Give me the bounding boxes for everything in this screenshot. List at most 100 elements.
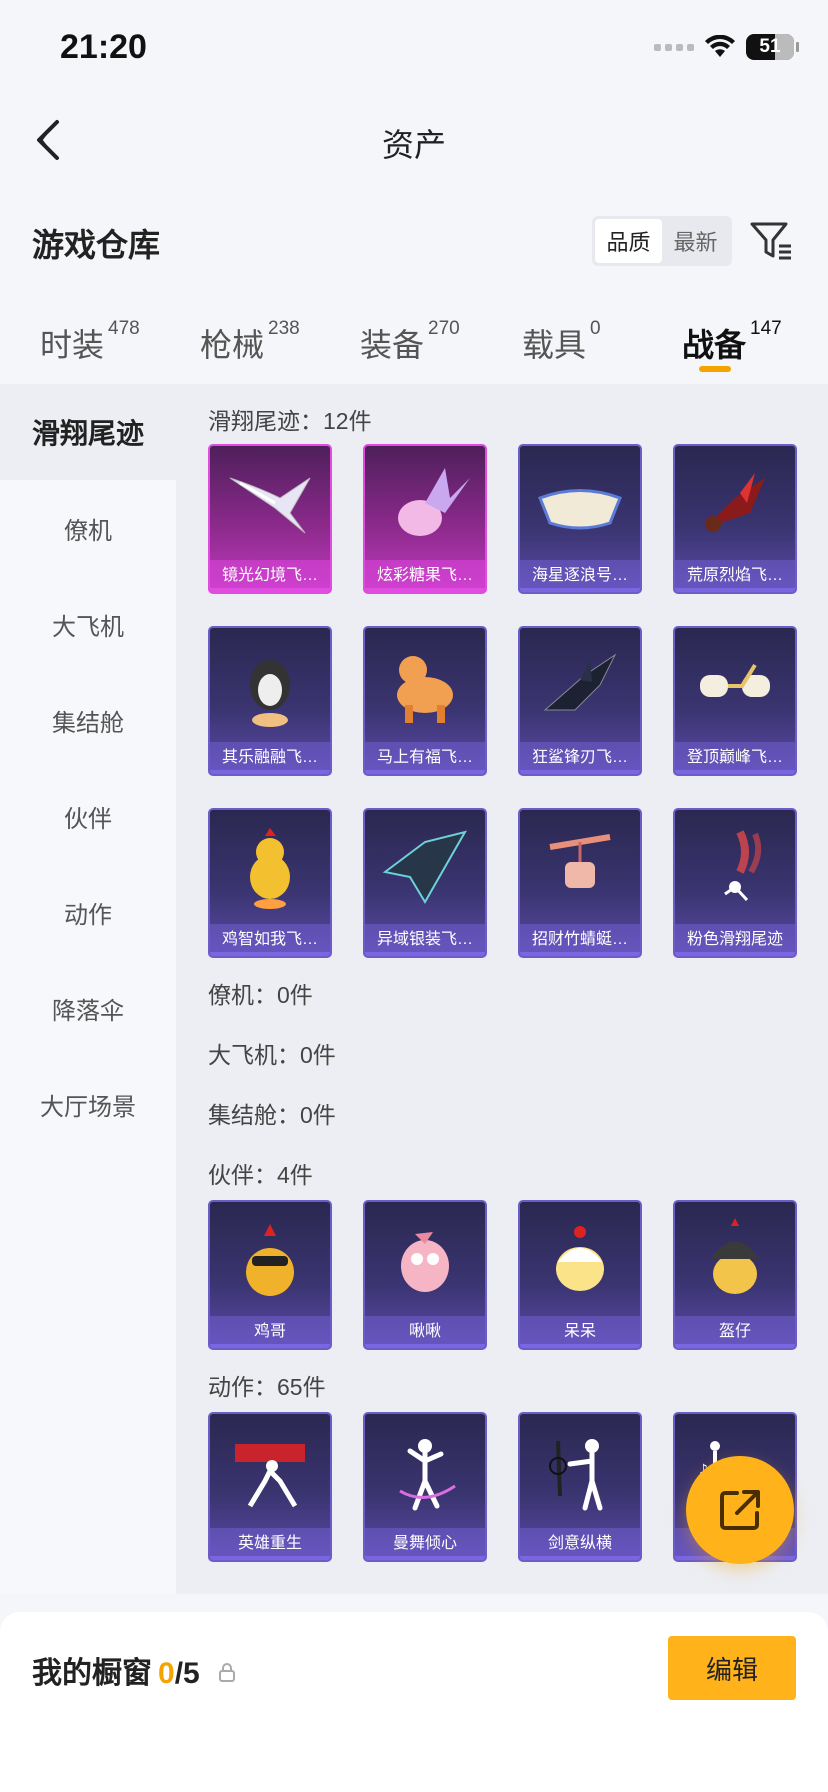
sidebar-item-big-plane[interactable]: 大飞机 xyxy=(0,576,176,672)
item-name: 异域银装飞… xyxy=(365,924,485,956)
item-card[interactable]: 招财竹蜻蜓… xyxy=(518,808,642,958)
battery-level: 51 xyxy=(759,36,781,57)
tab-guns[interactable]: 枪械 238 xyxy=(200,318,300,366)
item-name: 登顶巅峰飞… xyxy=(675,742,795,774)
hero-emote-art-icon xyxy=(210,1414,330,1528)
penguin-art-icon xyxy=(210,628,330,742)
tab-vehicles[interactable]: 载具 0 xyxy=(522,318,601,366)
section-title-emote: 动作：65件 xyxy=(208,1374,326,1400)
tab-readiness[interactable]: 战备 147 xyxy=(682,318,782,366)
item-name: 剑意纵横 xyxy=(520,1528,640,1560)
tab-label: 战备 xyxy=(682,327,747,363)
item-name: 盔仔 xyxy=(675,1316,795,1348)
tab-label: 枪械 xyxy=(200,327,265,363)
sword-emote-art-icon xyxy=(520,1414,640,1528)
horse-art-icon xyxy=(365,628,485,742)
item-card[interactable]: 鸡智如我飞… xyxy=(208,808,332,958)
boat-art-icon xyxy=(520,446,640,560)
item-name: 呆呆 xyxy=(520,1316,640,1348)
tab-count: 478 xyxy=(108,318,140,339)
showcase-total: /5 xyxy=(174,1657,200,1690)
item-card[interactable]: 荒原烈焰飞… xyxy=(673,444,797,594)
sidebar-item-wingman[interactable]: 僚机 xyxy=(0,480,176,576)
signal-icon xyxy=(654,43,694,51)
section-title-plane: 大飞机：0件 xyxy=(208,1042,336,1068)
item-name: 招财竹蜻蜓… xyxy=(520,924,640,956)
item-card[interactable]: 异域银装飞… xyxy=(363,808,487,958)
silver-glider-art-icon xyxy=(365,810,485,924)
edit-button[interactable]: 编辑 xyxy=(668,1636,796,1700)
chicken-partner-art-icon xyxy=(210,1202,330,1316)
status-icons: 51 xyxy=(654,34,799,60)
item-name: 狂鲨锋刃飞… xyxy=(520,742,640,774)
wifi-icon xyxy=(705,35,735,57)
filter-button[interactable] xyxy=(748,216,794,266)
warehouse-title: 游戏仓库 xyxy=(32,227,161,263)
item-name: 海星逐浪号… xyxy=(520,560,640,592)
tab-count: 238 xyxy=(268,318,300,339)
sidebar-item-partner[interactable]: 伙伴 xyxy=(0,768,176,864)
item-card[interactable]: 英雄重生 xyxy=(208,1412,332,1562)
item-card[interactable]: 马上有福飞… xyxy=(363,626,487,776)
item-name: 其乐融融飞… xyxy=(210,742,330,774)
section-title-pod: 集结舱：0件 xyxy=(208,1102,336,1128)
sort-toggle: 品质 最新 xyxy=(592,216,732,266)
sidebar: 滑翔尾迹 僚机 大飞机 集结舱 伙伴 动作 降落伞 大厅场景 xyxy=(0,384,176,1594)
item-card[interactable]: 炫彩糖果飞… xyxy=(363,444,487,594)
section-title-glide: 滑翔尾迹：12件 xyxy=(208,408,372,434)
item-name: 啾啾 xyxy=(365,1316,485,1348)
item-card[interactable]: 鸡哥 xyxy=(208,1200,332,1350)
share-icon xyxy=(720,1490,760,1530)
tab-label: 装备 xyxy=(360,327,425,363)
item-card[interactable]: 盔仔 xyxy=(673,1200,797,1350)
chicken-art-icon xyxy=(210,810,330,924)
item-name: 鸡智如我飞… xyxy=(210,924,330,956)
shark-art-icon xyxy=(520,628,640,742)
item-name: 粉色滑翔尾迹 xyxy=(675,924,795,956)
dance-emote-art-icon xyxy=(365,1414,485,1528)
item-name: 英雄重生 xyxy=(210,1528,330,1560)
showcase-title: 我的橱窗 xyxy=(32,1657,152,1690)
sidebar-item-parachute[interactable]: 降落伞 xyxy=(0,960,176,1056)
item-card[interactable]: 登顶巅峰飞… xyxy=(673,626,797,776)
showcase-bar: 我的橱窗 0 /5 编辑 xyxy=(0,1612,828,1792)
sort-newest-button[interactable]: 最新 xyxy=(662,219,729,263)
item-card[interactable]: 狂鲨锋刃飞… xyxy=(518,626,642,776)
sidebar-item-lobby-scene[interactable]: 大厅场景 xyxy=(0,1056,176,1152)
sidebar-item-emote[interactable]: 动作 xyxy=(0,864,176,960)
tab-label: 时装 xyxy=(40,327,105,363)
item-card[interactable]: 剑意纵横 xyxy=(518,1412,642,1562)
sort-quality-button[interactable]: 品质 xyxy=(595,219,662,263)
lock-icon xyxy=(218,1663,236,1683)
item-list: 滑翔尾迹：12件 镜光幻境飞… 炫彩糖果飞… 海星逐浪号… 荒原烈焰飞… 其乐融… xyxy=(176,384,828,1594)
item-name: 炫彩糖果飞… xyxy=(365,560,485,592)
helmet-chick-art-icon xyxy=(675,1202,795,1316)
item-card[interactable]: 呆呆 xyxy=(518,1200,642,1350)
chick-art-icon xyxy=(520,1202,640,1316)
tab-count: 270 xyxy=(428,318,460,339)
section-title-partner: 伙伴：4件 xyxy=(208,1162,313,1188)
item-card[interactable]: 啾啾 xyxy=(363,1200,487,1350)
tab-count: 147 xyxy=(750,318,782,339)
item-card[interactable]: 曼舞倾心 xyxy=(363,1412,487,1562)
item-card[interactable]: 海星逐浪号… xyxy=(518,444,642,594)
section-title-wingman: 僚机：0件 xyxy=(208,982,313,1008)
candy-art-icon xyxy=(365,446,485,560)
sidebar-item-glide-trail[interactable]: 滑翔尾迹 xyxy=(0,384,176,480)
item-name: 镜光幻境飞… xyxy=(210,560,330,592)
showcase-count: 0 xyxy=(158,1657,175,1690)
filter-icon xyxy=(750,222,791,260)
item-card[interactable]: 镜光幻境飞… xyxy=(208,444,332,594)
tab-equipment[interactable]: 装备 270 xyxy=(360,318,460,366)
item-card[interactable]: 其乐融融飞… xyxy=(208,626,332,776)
tab-fashion[interactable]: 时装 478 xyxy=(40,318,140,366)
warehouse-header: 游戏仓库 品质 最新 xyxy=(0,210,828,270)
showcase-label: 我的橱窗 0 /5 xyxy=(32,1648,236,1692)
sidebar-item-pod[interactable]: 集结舱 xyxy=(0,672,176,768)
category-tabs: 时装 478 枪械 238 装备 270 载具 0 战备 147 xyxy=(0,310,828,380)
active-tab-indicator xyxy=(699,366,731,372)
share-button[interactable] xyxy=(686,1456,794,1564)
item-card[interactable]: 粉色滑翔尾迹 xyxy=(673,808,797,958)
battery-icon: 51 xyxy=(746,34,799,60)
summit-glider-art-icon xyxy=(675,628,795,742)
